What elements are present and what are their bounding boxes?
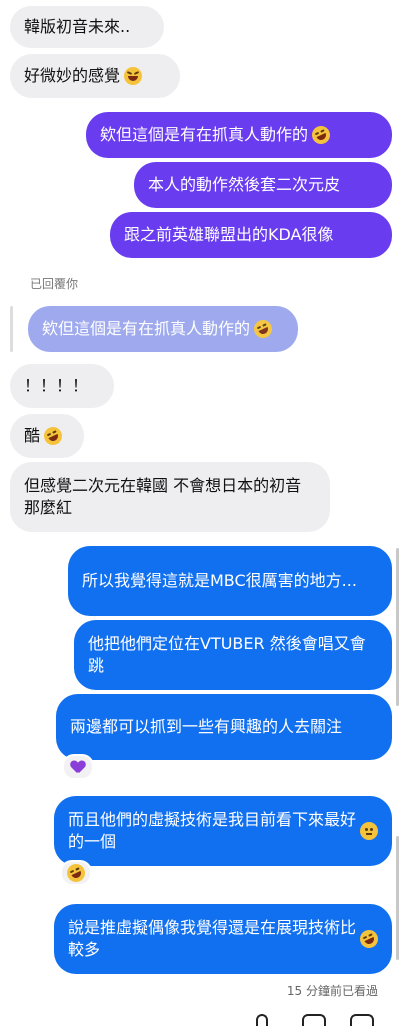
- message-text: 跟之前英雄聯盟出的KDA很像: [124, 225, 334, 244]
- message-text: 說是推虛擬偶像我覺得還是在展現技術比較多: [68, 918, 357, 959]
- rofl-emoji-icon: [357, 927, 381, 951]
- quoted-text: 欸但這個是有在抓真人動作的: [42, 319, 251, 338]
- rofl-emoji-icon: [64, 861, 88, 885]
- reaction-badge[interactable]: [62, 754, 94, 780]
- rofl-emoji-icon: [251, 317, 275, 341]
- message-text: 欸但這個是有在抓真人動作的: [100, 125, 309, 144]
- reaction-badge[interactable]: [60, 860, 92, 886]
- message-text: 所以我覺得這就是MBC很厲害的地方...: [82, 571, 357, 590]
- message-text: 本人的動作然後套二次元皮: [148, 175, 341, 194]
- reply-label: 已回覆你: [30, 277, 79, 291]
- message-bubble-outgoing[interactable]: 他把他們定位在VTUBER 然後會唱又會跳: [74, 620, 392, 690]
- message-text: 韓版初音未來..: [24, 17, 131, 36]
- message-text: 而且他們的虛擬技術是我目前看下來最好的一個: [68, 810, 357, 851]
- quoted-reply-bubble[interactable]: 欸但這個是有在抓真人動作的: [28, 306, 298, 352]
- message-bubble-incoming[interactable]: 但感覺二次元在韓國 不會想日本的初音那麼紅: [10, 462, 330, 532]
- message-bubble-outgoing[interactable]: 跟之前英雄聯盟出的KDA很像: [110, 212, 392, 258]
- message-bubble-outgoing[interactable]: 而且他們的虛擬技術是我目前看下來最好的一個: [54, 796, 392, 866]
- scrollbar[interactable]: [396, 836, 399, 960]
- message-bubble-outgoing[interactable]: 說是推虛擬偶像我覺得還是在展現技術比較多: [54, 904, 392, 974]
- scrollbar[interactable]: [396, 548, 399, 706]
- purple-heart-icon: [71, 761, 85, 773]
- message-text: 他把他們定位在VTUBER 然後會唱又會跳: [88, 634, 366, 675]
- rofl-emoji-icon: [41, 424, 65, 448]
- mic-icon[interactable]: [256, 1014, 268, 1026]
- message-text: 酷: [24, 426, 41, 445]
- grinning-squinting-emoji-icon: [124, 67, 143, 85]
- message-bubble-incoming[interactable]: 韓版初音未來..: [10, 6, 164, 48]
- message-bubble-outgoing[interactable]: 欸但這個是有在抓真人動作的: [86, 112, 392, 158]
- message-text: 好微妙的感覺: [24, 66, 121, 85]
- message-bubble-incoming[interactable]: 酷: [10, 414, 84, 458]
- neutral-face-emoji-icon: [360, 822, 378, 840]
- message-bubble-outgoing[interactable]: 本人的動作然後套二次元皮: [134, 162, 392, 208]
- gallery-icon[interactable]: [302, 1014, 326, 1026]
- message-bubble-outgoing[interactable]: 兩邊都可以抓到一些有興趣的人去關注: [56, 694, 392, 760]
- rofl-emoji-icon: [309, 123, 333, 147]
- message-text: 但感覺二次元在韓國 不會想日本的初音那麼紅: [24, 476, 302, 517]
- message-bubble-incoming[interactable]: ！！！！: [10, 364, 114, 408]
- sticker-icon[interactable]: [350, 1014, 374, 1026]
- quote-bar: [10, 306, 13, 352]
- seen-status: 15 分鐘前已看過: [286, 984, 378, 998]
- message-bubble-outgoing[interactable]: 所以我覺得這就是MBC很厲害的地方...: [68, 546, 392, 616]
- message-text: 兩邊都可以抓到一些有興趣的人去關注: [70, 717, 343, 736]
- message-text: ！！！！: [24, 376, 89, 395]
- message-bubble-incoming[interactable]: 好微妙的感覺: [10, 54, 180, 98]
- composer-bar: [0, 1008, 402, 1024]
